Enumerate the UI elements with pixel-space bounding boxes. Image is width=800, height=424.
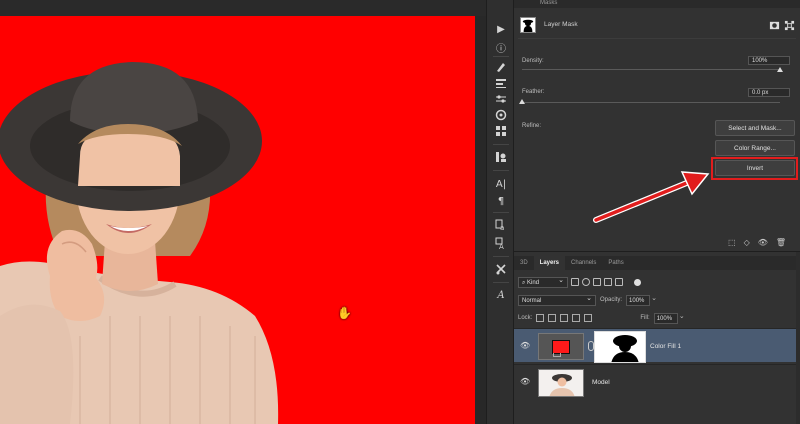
lock-position-icon[interactable] [560,314,569,322]
type-filter-icon[interactable] [593,278,601,286]
tab-layers[interactable]: Layers [533,256,566,270]
glyph-grid-icon[interactable] [491,124,511,138]
photoshop-workspace: ✋ ▶ ⓘ A| ¶ a A A Masks Layer Mask Densit… [0,0,800,424]
visibility-icon[interactable]: 👁 [758,238,768,247]
tab-paths[interactable]: Paths [602,256,629,270]
model-thumbnail[interactable] [538,369,584,397]
play-icon[interactable]: ▶ [491,22,511,36]
lock-pixels-icon[interactable] [548,314,557,322]
mask-thumbnail [520,17,536,33]
smart-object-filter-icon[interactable] [615,278,623,286]
feather-slider-knob[interactable] [519,99,525,104]
filter-toggle-icon[interactable] [634,278,641,286]
layers-scrollbar[interactable] [796,252,800,424]
refine-label: Refine: [522,123,542,129]
portrait-image [0,62,279,424]
fill-label: Fill: [640,315,650,321]
load-selection-icon[interactable]: ⬚ [728,238,736,247]
layer-mask-thumbnail[interactable] [594,331,646,363]
fill-corner-icon [553,353,561,357]
adjustment-filter-icon[interactable] [582,278,590,286]
panel-icon-strip: ▶ ⓘ A| ¶ a A A [486,0,514,424]
feather-value-field[interactable]: 0.0 px [748,88,790,97]
color-wheel-icon[interactable] [491,108,511,122]
layer-name: Model [592,379,610,386]
visibility-eye-icon[interactable]: 👁 [520,341,530,350]
type-icon[interactable]: A [491,288,511,302]
layers-tabs: 3D Layers Channels Paths [514,256,800,270]
invert-highlight-box [711,157,798,180]
vector-mask-icon[interactable] [783,19,795,31]
paragraph-icon[interactable]: ¶ [491,194,511,208]
canvas-top-bar [0,0,486,16]
info-icon[interactable]: ⓘ [491,40,511,55]
mask-type-label: Layer Mask [544,21,578,28]
layers-panel: 3D Layers Channels Paths ⌕ Kind Normal O… [514,252,800,424]
density-slider[interactable] [522,69,780,70]
clone-source-icon[interactable] [491,150,511,164]
pixel-filter-icon[interactable] [571,278,579,286]
density-slider-knob[interactable] [777,67,783,72]
tool-divider [493,170,509,171]
properties-header: Masks [514,0,800,8]
layer-row-color-fill[interactable]: 👁 Color Fill 1 [514,328,800,363]
pixel-mask-icon[interactable] [768,19,780,31]
svg-text:a: a [500,224,504,231]
filter-kind-label: Kind [527,279,540,286]
delete-icon[interactable]: 🗑 [776,238,786,247]
fill-field[interactable]: 100% [653,312,685,324]
mask-divider [518,38,796,39]
adjustments-icon[interactable] [491,76,511,90]
svg-text:A: A [499,243,504,249]
blend-row: Normal Opacity: 100% [518,294,657,306]
character-icon[interactable]: A| [491,177,511,191]
tool-divider [493,282,509,283]
paragraph-style-icon[interactable]: A [491,236,511,250]
properties-footer: ⬚ ◇ 👁 🗑 [728,238,786,247]
blend-mode-select[interactable]: Normal [518,294,596,306]
tab-3d[interactable]: 3D [514,256,534,270]
tool-divider [493,56,509,57]
opacity-label: Opacity: [600,297,623,303]
tool-presets-icon[interactable] [491,262,511,276]
opacity-field[interactable]: 100% [626,294,657,306]
brush-settings-icon[interactable] [491,60,511,74]
filter-kind-select[interactable]: ⌕ Kind [518,276,568,288]
annotation-arrow-icon [593,171,710,223]
visibility-eye-icon[interactable]: 👁 [520,377,530,386]
shape-filter-icon[interactable] [604,278,612,286]
hand-cursor-icon: ✋ [337,306,352,320]
apply-mask-icon[interactable]: ◇ [744,238,750,247]
lock-row: Lock: Fill: 100% [518,312,685,324]
select-and-mask-button[interactable]: Select and Mask... [715,120,795,136]
tab-channels[interactable]: Channels [565,256,602,270]
color-fill-thumbnail[interactable] [538,333,584,360]
lock-label: Lock: [518,315,533,321]
color-swatch [552,339,570,354]
tool-divider [493,144,509,145]
sliders-icon[interactable] [491,92,511,106]
layer-row-model[interactable]: 👁 Model [514,364,800,398]
feather-slider[interactable] [522,102,780,103]
tool-divider [493,256,509,257]
lock-artboard-icon[interactable] [572,314,581,322]
document-canvas[interactable]: ✋ [0,16,475,424]
canvas-area[interactable]: ✋ [0,0,486,424]
density-label: Density: [522,58,544,64]
lock-all-icon[interactable] [584,314,593,322]
lock-transparent-icon[interactable] [536,314,545,322]
feather-label: Feather: [522,89,545,95]
character-style-icon[interactable]: a [491,218,511,232]
tool-divider [493,212,509,213]
density-value-field[interactable]: 100% [748,56,790,65]
layer-name: Color Fill 1 [650,343,682,350]
layer-filter-row: ⌕ Kind [518,276,641,288]
mask-type-row: Layer Mask [518,16,796,34]
color-range-button[interactable]: Color Range... [715,140,795,156]
